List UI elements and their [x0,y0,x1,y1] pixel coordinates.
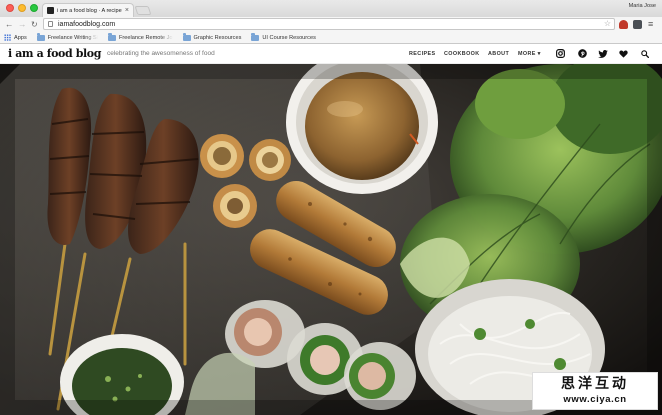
window-maximize-button[interactable] [30,4,38,12]
nav-about[interactable]: ABOUT [488,51,509,58]
bookmark-freelance-writing[interactable]: Freelance Writing Si [36,33,99,41]
nav-more-dropdown[interactable]: MORE ▾ [518,51,541,58]
window-minimize-button[interactable] [18,4,26,12]
bookmark-ui-course-resources[interactable]: UI Course Resources [251,33,316,41]
heart-icon[interactable] [619,48,628,59]
reload-button[interactable]: ↻ [31,19,38,30]
address-bar[interactable]: iamafoodblog.com ☆ [43,18,615,30]
browser-tab-active[interactable]: i am a food blog · A recipe × [42,3,134,17]
watermark-url: www.ciya.cn [563,394,627,405]
nav-cookbook[interactable]: COOKBOOK [444,51,480,58]
bookmark-label: Freelance Writing Si [47,34,99,41]
watermark-badge: 思洋互动 www.ciya.cn [532,372,658,410]
pinterest-icon[interactable] [578,48,587,59]
site-header: i am a food blog celebrating the awesome… [0,44,662,64]
browser-titlebar: i am a food blog · A recipe × Maria Jose [0,0,662,17]
bookmark-star-icon[interactable]: ☆ [604,19,611,29]
extension-icon[interactable] [619,20,628,29]
folder-icon [108,33,117,41]
bookmark-apps[interactable]: Apps [4,34,27,41]
back-button[interactable]: ← [5,19,14,30]
site-tagline: celebrating the awesomeness of food [107,50,215,57]
tab-close-icon[interactable]: × [125,7,129,14]
profile-name[interactable]: Maria Jose [629,3,656,9]
watermark-chinese-text: 思洋互动 [561,376,629,392]
bookmark-label: UI Course Resources [262,34,316,41]
folder-icon [36,33,45,41]
food-photo-illustration [0,64,662,415]
search-icon[interactable] [641,48,649,59]
apps-grid-icon [4,34,11,41]
browser-toolbar: ← → ↻ iamafoodblog.com ☆ ≡ [0,17,662,32]
folder-icon [182,33,191,41]
tab-favicon-icon [47,7,54,14]
forward-button[interactable]: → [18,19,27,30]
bookmarks-bar: Apps Freelance Writing Si Freelance Remo… [0,32,662,44]
page-info-icon[interactable] [48,21,53,27]
browser-menu-icon[interactable]: ≡ [648,18,653,30]
hero-food-photo [0,64,662,415]
instagram-icon[interactable] [556,48,565,59]
extension-shield-icon[interactable] [633,20,642,29]
tab-title: i am a food blog · A recipe [57,7,122,14]
bookmark-freelance-remote[interactable]: Freelance Remote Jo [108,33,173,41]
folder-icon [251,33,260,41]
new-tab-button[interactable] [134,6,152,15]
bookmark-graphic-resources[interactable]: Graphic Resources [182,33,242,41]
twitter-icon[interactable] [598,48,608,59]
bookmark-label: Apps [14,34,27,41]
nav-recipes[interactable]: RECIPES [409,51,435,58]
window-close-button[interactable] [6,4,14,12]
bookmark-label: Graphic Resources [193,34,242,41]
address-url[interactable]: iamafoodblog.com [58,20,115,29]
site-logo[interactable]: i am a food blog [8,47,101,60]
bookmark-label: Freelance Remote Jo [119,34,173,41]
